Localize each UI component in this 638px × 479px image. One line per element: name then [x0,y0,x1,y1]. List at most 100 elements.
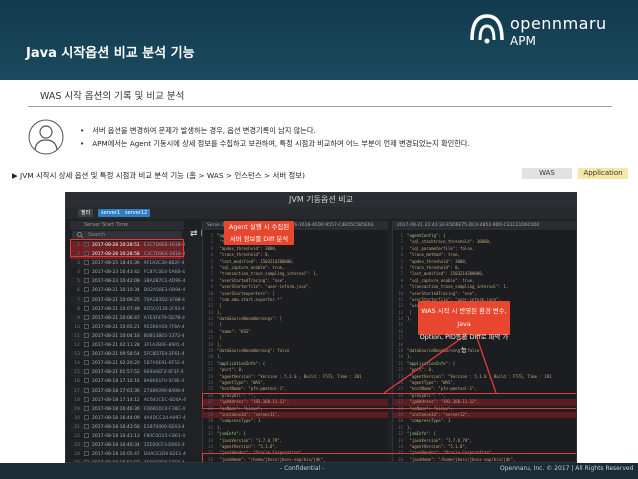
code-text: "applicationInfo": { [407,360,456,366]
code-text: "sql_parameterfile": false, [407,245,475,251]
row-checkbox[interactable] [84,432,89,438]
list-item[interactable]: 4 2017-08-23 10:43:42 FC87C0E4-5A6B-4 [70,268,185,277]
code-text: "dataSourceBeanWarnings": [ [217,316,283,322]
row-checkbox[interactable] [84,396,89,402]
row-time: 2017-08-21 10:06:47 [92,315,140,321]
row-hash: 6D5C0130-2F92-4 [143,306,185,312]
diff-highlight-box [202,393,576,409]
filter-button[interactable]: 필터 [78,209,94,217]
row-checkbox[interactable] [84,278,89,284]
row-checkbox[interactable] [84,369,89,375]
row-time: 2017-08-18 16:44:09 [92,415,140,421]
code-text: ], [217,341,222,347]
code-text: ] [407,309,412,315]
filter-toolbar: 필터 server1 server12 [66,207,576,219]
row-checkbox[interactable] [84,323,89,329]
row-checkbox[interactable] [84,287,89,293]
row-hash: 38A2B7C1-4D9E-4 [143,279,186,285]
row-checkbox[interactable] [84,342,89,348]
list-item[interactable]: 17 2017-08-18 17:01:36 27489390-8A98-4 [70,386,184,396]
row-checkbox[interactable] [84,296,89,302]
filter-chip-server1[interactable]: server1 [98,209,124,217]
row-checkbox[interactable] [84,405,89,411]
callout-text: Option, PID등을 Diff로 파악 가능 [419,333,509,354]
code-text: "instanceId": "server11", [217,411,280,417]
row-checkbox[interactable] [84,260,89,266]
bullet-item: APM에서는 Agent 기동시에 상세 정보를 수집하고 보관하여, 특정 시… [80,137,469,150]
code-text: "com.adw.start.exporter.*" [217,296,283,302]
row-checkbox[interactable] [84,423,89,429]
row-checkbox[interactable] [84,351,89,357]
list-item[interactable]: 18 2017-08-18 17:14:12 AC641CEC-6D4A-4 [70,396,186,405]
list-item[interactable]: 13 2017-08-21 09:58:54 5FC8D7E4-2F61-4 [70,350,185,360]
code-text: "sql_stacktrace_threshold": 30000, [407,239,492,245]
row-checkbox[interactable] [84,414,89,420]
code-text: }, [217,424,222,430]
code-text: "dataSourceBeanWarning": false [217,348,290,354]
row-hash: 4A4DCC24-A097-4 [143,415,186,421]
code-text: "last_modified": 1503214200000, [217,258,295,264]
code-text: "agentVersion": "Version : 5.1.0 , Build… [407,373,552,379]
row-number: 11 [74,333,80,339]
row-checkbox[interactable] [84,314,89,320]
description-box: 서버 옵션을 변경하여 문제가 발생하는 경우, 옵션 변경기록이 남지 않는다… [24,118,616,158]
section-label: ▶ JVM 시작시 상세 옵션 및 특정 시점과 비교 분석 기능 (홈 > W… [12,171,305,180]
filter-chip-server2[interactable]: server12 [122,209,151,217]
code-text: "userStartexporters": [ [217,290,275,296]
list-item[interactable]: 24 2017-08-18 16:05:47 D4ACE2D0-B2E1-4 [70,450,186,459]
row-time: 2017-08-18 16:05:47 [92,452,140,458]
code-text: "userStarterfile": "user-inform.json", [217,284,311,290]
list-item[interactable]: 6 2017-08-21 10:10:34 D02A58E3-0B94-4 [70,286,185,295]
list-item[interactable]: 15 2017-08-21 01:57:52 9E94AEF2-6F3F-4 [70,368,184,378]
row-checkbox[interactable] [84,387,89,393]
footer-copyright: Opennaru, Inc. © 2017 | All Rights Reser… [500,465,634,472]
slide-title: Java 시작옵션 비교 분석 기능 [26,46,195,61]
row-time: 2017-08-21 02:11:28 [92,343,140,349]
code-text: { [217,322,222,328]
list-item[interactable]: 11 2017-08-21 10:04:16 B0813BE5-1372-4 [70,331,185,342]
row-number: 17 [74,388,80,394]
row-checkbox[interactable] [84,305,89,311]
code-text: ] [217,303,222,309]
code-text: "transaction_trace_sampling_interval": 1… [407,284,509,290]
row-checkbox[interactable] [84,442,89,448]
diff-highlight-box [202,453,576,462]
row-hash: 8AB661F0-5F8E-4 [143,379,185,385]
list-item[interactable]: 20 2017-08-18 16:44:09 4A4DCC24-A097-4 [70,414,186,423]
row-checkbox[interactable] [84,332,89,338]
list-item[interactable]: 14 2017-08-21 02:20:20 5B7A0E91-6F52-4 [70,359,184,368]
row-checkbox[interactable] [84,269,89,275]
list-item[interactable]: 7 2017-08-21 10:09:25 70A1B3D2-1F88-4 [70,295,185,305]
row-time: 2017-08-18 17:01:36 [92,388,140,394]
code-text: "last_modified": 1503214200000, [407,271,485,277]
list-item[interactable]: 19 2017-08-18 16:46:36 FD6B10C4-F38C-4 [70,404,185,414]
list-item[interactable]: 9 2017-08-21 10:06:47 A7E3F479-5D7B-4 [70,313,185,323]
list-item[interactable]: 21 2017-08-18 16:43:56 E1B70000-0EA3-4 [70,422,185,432]
search-input[interactable]: Search [72,231,182,239]
code-text: "apdex_threshold": 3000, [217,245,278,251]
row-time: 2017-08-18 16:43:56 [92,424,140,430]
row-checkbox[interactable] [84,451,89,457]
code-text: "compressType": 1 [407,418,451,424]
list-item[interactable]: 12 2017-08-21 02:11:28 3F1A2B0E-8901-4 [70,341,184,350]
list-item[interactable]: 5 2017-08-23 10:42:08 38A2B7C1-4D9E-4 [70,277,186,287]
list-item[interactable]: 3 2017-08-25 18:45:36 9F1A2C30-8B2F-4 [70,259,184,269]
code-text: "instanceId": "server12", [407,411,470,417]
code-text: "trace_threshold": 0, [407,264,460,270]
row-time: 2017-08-18 16:41:13 [92,433,140,439]
code-text: "trace_threshold": 0, [217,252,270,258]
search-icon [77,232,84,239]
code-text: }, [217,309,222,315]
list-item[interactable]: 23 2017-08-18 16:40:34 15E00CF3-D901-4 [70,441,185,451]
row-hash: 5B7A0E91-6F52-4 [143,361,185,367]
list-item[interactable]: 8 2017-08-21 10:07:49 6D5C0130-2F92-4 [70,305,185,314]
list-item[interactable]: 16 2017-08-18 17:10:16 8AB661F0-5F8E-4 [70,377,184,386]
list-item[interactable]: 22 2017-08-18 16:41:13 F80C0D15-C801-4 [70,432,185,441]
row-time: 2017-08-21 10:09:25 [92,297,140,303]
row-hash: D4ACE2D0-B2E1-4 [143,452,186,458]
code-text: "name": "KSS" [217,328,251,334]
list-item[interactable]: 10 2017-08-21 10:05:21 9E2B6A58-7F6A-4 [70,323,185,332]
list-rows: 1 2017-08-28 10:28:51 E1C7D9E6-1618-4 2 2017… [70,241,186,462]
row-checkbox[interactable] [84,378,89,384]
row-checkbox[interactable] [84,360,89,366]
